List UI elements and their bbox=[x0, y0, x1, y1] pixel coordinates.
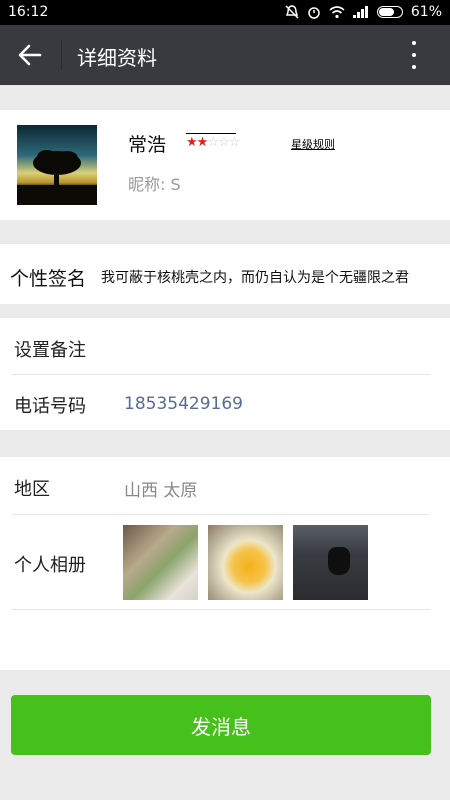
more-vertical-icon[interactable] bbox=[404, 41, 424, 69]
remark-label[interactable]: 设置备注 bbox=[14, 336, 86, 362]
mute-icon bbox=[285, 5, 299, 19]
album-thumbnails[interactable] bbox=[123, 525, 368, 600]
star-empty-icon: ☆ bbox=[217, 135, 230, 150]
signature-row[interactable]: 个性签名 我可蔽于核桃壳之内，而仍自认为是个无疆限之君 bbox=[0, 243, 450, 304]
star-filled-icon: ★ bbox=[196, 135, 209, 150]
star-empty-icon: ☆ bbox=[228, 135, 241, 150]
region-label: 地区 bbox=[14, 479, 50, 500]
star-empty-icon: ☆ bbox=[207, 135, 219, 150]
app-bar-divider bbox=[61, 40, 62, 70]
page-title: 详细资料 bbox=[77, 46, 157, 70]
info-section: 地区 山西 太原 个人相册 bbox=[0, 457, 450, 670]
phone-label: 电话号码 bbox=[14, 396, 86, 417]
signature-label: 个性签名 bbox=[10, 268, 87, 290]
divider bbox=[12, 374, 430, 375]
alarm-icon bbox=[308, 7, 320, 19]
region-value: 山西 太原 bbox=[124, 481, 198, 501]
star-rating: ★ ★ ☆ ☆ ☆ bbox=[186, 135, 241, 150]
profile-name: 常浩 bbox=[128, 134, 167, 156]
star-rule-link[interactable]: 星级规则 bbox=[291, 136, 335, 152]
stars-decoration bbox=[186, 133, 236, 134]
status-bar: 16:12 61% bbox=[0, 0, 450, 25]
battery-percent: 61% bbox=[410, 4, 442, 20]
status-icons: 61% bbox=[285, 4, 442, 20]
profile-card: 常浩 ★ ★ ☆ ☆ ☆ 星级规则 昵称: S bbox=[0, 110, 450, 220]
album-photo[interactable] bbox=[293, 525, 368, 600]
album-photo[interactable] bbox=[123, 525, 198, 600]
nickname: 昵称: S bbox=[128, 175, 181, 194]
star-filled-icon: ★ bbox=[186, 135, 198, 150]
phone-number-link[interactable]: 18535429169 bbox=[124, 394, 243, 414]
tree-icon bbox=[17, 150, 97, 205]
battery-icon bbox=[376, 6, 403, 18]
divider bbox=[12, 514, 430, 515]
signature-text: 我可蔽于核桃壳之内，而仍自认为是个无疆限之君 bbox=[101, 270, 409, 286]
wifi-icon bbox=[329, 6, 345, 19]
app-bar: 详细资料 bbox=[0, 25, 450, 85]
album-photo[interactable] bbox=[208, 525, 283, 600]
album-label[interactable]: 个人相册 bbox=[14, 551, 86, 577]
status-time: 16:12 bbox=[8, 4, 49, 20]
avatar[interactable] bbox=[17, 125, 97, 205]
back-arrow-icon[interactable] bbox=[16, 41, 44, 69]
send-message-button[interactable]: 发消息 bbox=[11, 695, 431, 755]
contact-section: 设置备注 电话号码 18535429169 bbox=[0, 318, 450, 430]
signal-icon bbox=[352, 6, 368, 18]
divider bbox=[12, 609, 430, 610]
